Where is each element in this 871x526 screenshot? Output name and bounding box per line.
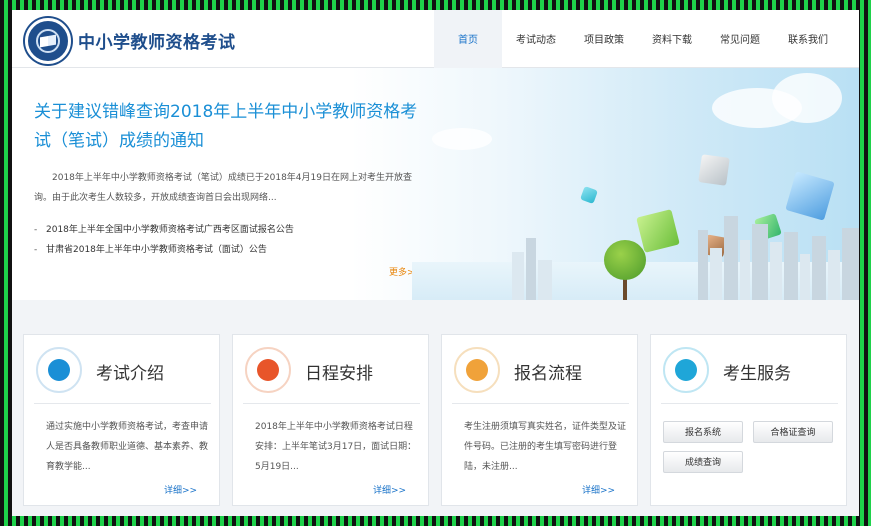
banner-illustration [412,68,859,300]
floating-cube-icon [698,154,730,186]
divider [661,403,838,404]
card-schedule: 日程安排 2018年上半年中小学教师资格考试日程安排：上半年笔试3月17日，面试… [232,334,429,506]
news-item-label: 甘肃省2018年上半年中小学教师资格考试（面试）公告 [46,245,267,255]
nav-item-contact[interactable]: 联系我们 [774,10,842,68]
nav-item-exam-news[interactable]: 考试动态 [502,10,570,68]
seal-logo-icon[interactable] [25,18,71,64]
floating-cube-icon [636,209,680,253]
details-link[interactable]: 详细>> [373,483,406,496]
id-card-icon [454,347,500,393]
card-text: 通过实施中小学教师资格考试，考查申请人是否具备教师职业道德、基本素养、教育教学能… [46,422,209,472]
nav-item-faq[interactable]: 常见问题 [706,10,774,68]
floating-cube-icon [785,171,835,221]
floating-cube-icon [580,186,598,204]
card-candidate-services: 考生服务 报名系统 合格证查询 成绩查询 [650,334,847,506]
card-exam-intro: 考试介绍 通过实施中小学教师资格考试，考查申请人是否具备教师职业道德、基本素养、… [23,334,220,506]
details-link[interactable]: 详细>> [582,483,615,496]
divider [452,403,629,404]
nav-item-downloads[interactable]: 资料下载 [638,10,706,68]
contacts-book-icon [663,347,709,393]
card-title: 日程安排 [305,364,373,384]
certificate-query-button[interactable]: 合格证查询 [753,421,833,443]
card-text: 2018年上半年中小学教师资格考试日程安排：上半年笔试3月17日，面试日期：5月… [255,422,417,472]
checkmark-icon [245,347,291,393]
banner-headline[interactable]: 关于建议错峰查询2018年上半年中小学教师资格考试（笔试）成绩的通知 [34,98,424,156]
score-query-button[interactable]: 成绩查询 [663,451,743,473]
nav-item-home[interactable]: 首页 [434,10,502,68]
news-list: -2018年上半年全国中小学教师资格考试广西考区面试报名公告 - 甘肃省2018年… [34,220,294,260]
page-frame: 中小学教师资格考试 首页 考试动态 项目政策 资料下载 常见问题 联系我们 关于… [12,10,859,516]
details-link[interactable]: 详细>> [164,483,197,496]
banner-summary: 2018年上半年中小学教师资格考试（笔试）成绩已于2018年4月19日在网上对考… [34,173,412,203]
card-title: 考试介绍 [96,364,164,384]
divider [34,403,211,404]
tree-icon [604,240,646,280]
news-item[interactable]: - 甘肃省2018年上半年中小学教师资格考试（面试）公告 [34,240,294,260]
card-text: 考生注册须填写真实姓名，证件类型及证件号码。已注册的考生填写密码进行登陆，未注册… [464,422,627,472]
site-title[interactable]: 中小学教师资格考试 [78,28,236,53]
card-registration: 报名流程 考生注册须填写真实姓名，证件类型及证件号码。已注册的考生填写密码进行登… [441,334,638,506]
card-title: 考生服务 [723,364,791,384]
news-item-label: 2018年上半年全国中小学教师资格考试广西考区面试报名公告 [46,225,294,235]
nav-item-policy[interactable]: 项目政策 [570,10,638,68]
main-nav: 首页 考试动态 项目政策 资料下载 常见问题 联系我们 [434,10,842,68]
hero-banner: 关于建议错峰查询2018年上半年中小学教师资格考试（笔试）成绩的通知 2018年… [12,68,859,300]
card-title: 报名流程 [514,364,582,384]
site-header: 中小学教师资格考试 首页 考试动态 项目政策 资料下载 常见问题 联系我们 [12,10,859,68]
news-item[interactable]: -2018年上半年全国中小学教师资格考试广西考区面试报名公告 [34,220,294,240]
divider [243,403,420,404]
registration-system-button[interactable]: 报名系统 [663,421,743,443]
feature-cards: 考试介绍 通过实施中小学教师资格考试，考查申请人是否具备教师职业道德、基本素养、… [23,334,848,506]
edit-document-icon [36,347,82,393]
